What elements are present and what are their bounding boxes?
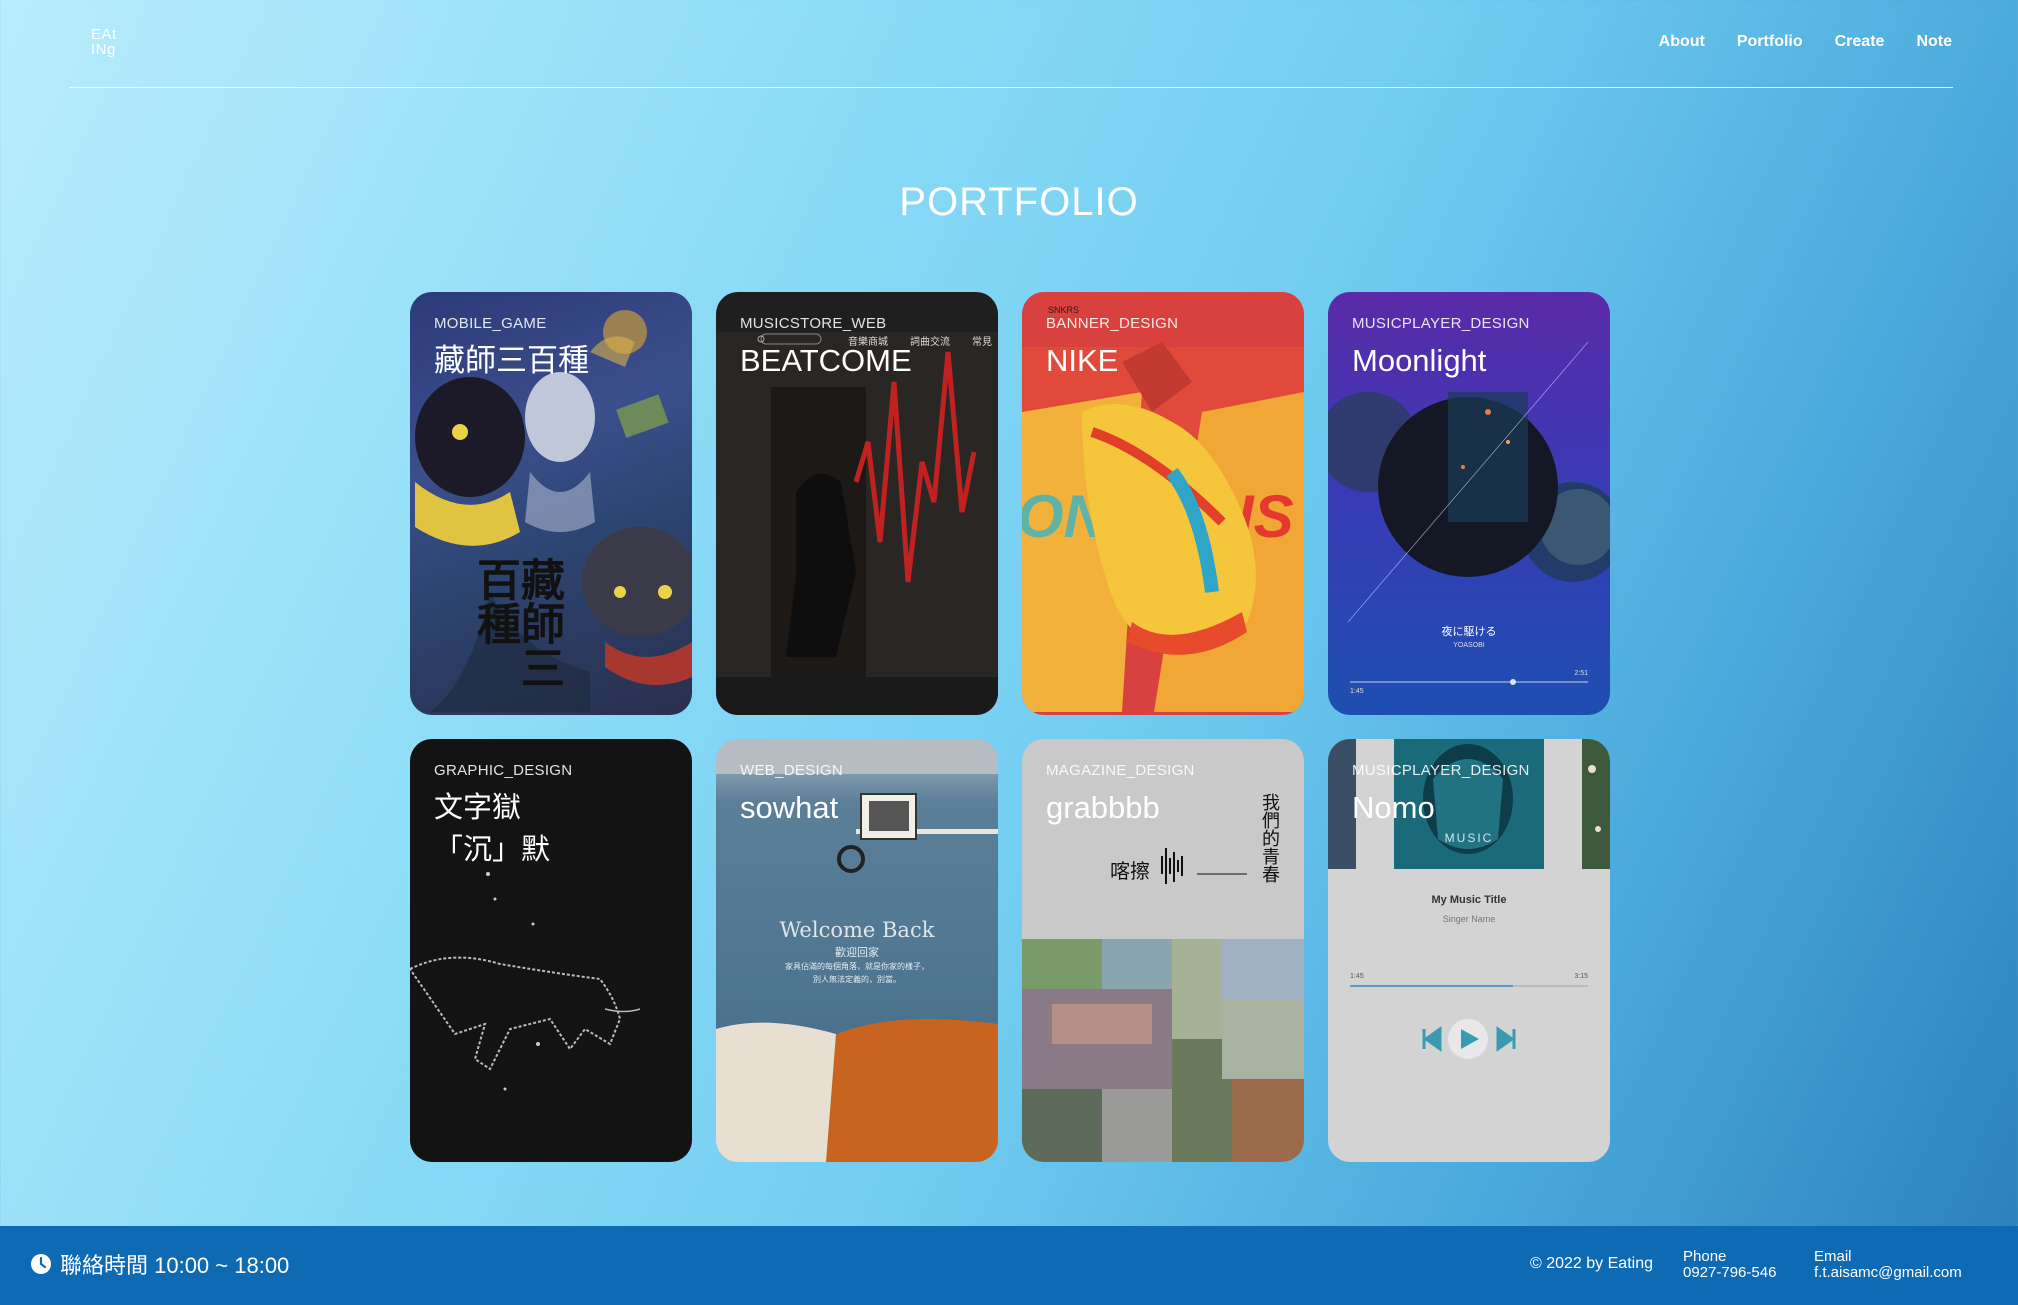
sowhat-line-2: 別人無法定義的，別當。 [813,975,901,984]
email-label: Email [1814,1248,1852,1265]
nav-create[interactable]: Create [1835,33,1885,51]
beatcome-nav-item: 詞曲交流 [910,337,950,348]
card-category: WEB_DESIGN [740,762,844,779]
site-logo[interactable]: EAt INg [91,27,117,57]
header-divider [69,87,1953,88]
phone-contact: Phone 0927-796-546 [1683,1249,1776,1281]
card-category: MAGAZINE_DESIGN [1046,762,1195,779]
sowhat-sub: 歡迎回家 [835,947,879,959]
beatcome-nav-item: 常見 [972,337,992,348]
clock-icon [31,1254,51,1274]
card-category: MUSICSTORE_WEB [740,315,887,332]
game-calligraphy: 藏師三百種 [469,557,564,689]
logo-line-2: INg [91,41,116,58]
moonlight-time-start: 1:45 [1350,688,1364,695]
card-title: grabbbb [1046,790,1160,825]
nike-brand-label: SNKRS [1048,305,1080,315]
card-title: NIKE [1046,343,1119,378]
nomo-singer: Singer Name [1442,914,1496,924]
moonlight-song: 夜に駆ける [1441,626,1497,638]
card-category: GRAPHIC_DESIGN [434,762,573,779]
magazine-vertical-title: 我們的青春 [1259,793,1280,883]
card-title: Moonlight [1352,343,1487,378]
nomo-play-button[interactable] [1448,1019,1488,1059]
card-title: 文字獄 「沉」默 [434,792,551,866]
nomo-time-end: 3:15 [1574,973,1588,980]
portfolio-card-magazine-design[interactable]: 我們的青春 喀擦 MAGAZINE_DESIGN grabbbb [1022,739,1304,1162]
portfolio-card-banner-design[interactable]: ON IS SNKRS BANNER_DESIGN NIKE [1022,292,1304,715]
portfolio-grid: 藏師三百種 MOBILE_GAME 藏師三百種 音樂商城 詞曲交流 常見 MUS… [410,292,1610,1162]
card-title: BEATCOME [740,343,912,378]
business-hours: 聯絡時間 10:00 ~ 18:00 [30,1248,289,1280]
portfolio-card-web-design[interactable]: Welcome Back 歡迎回家 家具佔滿的每個角落，就是你家的樣子， 別人無… [716,739,998,1162]
main-nav: About Portfolio Create Note [1659,33,1952,51]
nav-note[interactable]: Note [1916,33,1952,51]
card-category: BANNER_DESIGN [1046,315,1179,332]
nomo-time-start: 1:45 [1350,973,1364,980]
portfolio-card-graphic-design[interactable]: GRAPHIC_DESIGN 文字獄 「沉」默 [410,739,692,1162]
card-title: 藏師三百種 [434,343,589,378]
page-title: PORTFOLIO [899,180,1139,224]
card-title: Nomo [1352,790,1435,825]
card-title: sowhat [740,790,839,825]
email-contact: Email f.t.aisamc@gmail.com [1814,1249,1962,1281]
phone-number[interactable]: 0927-796-546 [1683,1265,1776,1281]
nav-about[interactable]: About [1659,33,1705,51]
hours-text: 聯絡時間 10:00 ~ 18:00 [60,1253,290,1278]
portfolio-card-musicstore-web[interactable]: 音樂商城 詞曲交流 常見 MUSICSTORE_WEB BEATCOME [716,292,998,715]
card-category: MUSICPLAYER_DESIGN [1352,762,1530,779]
logo-line-1: EAt [91,26,117,43]
card-category: MUSICPLAYER_DESIGN [1352,315,1530,332]
nomo-prev-button[interactable] [1410,1024,1438,1054]
nomo-cover-label: MUSIC [1444,831,1494,845]
phone-label: Phone [1683,1248,1727,1265]
sowhat-line-1: 家具佔滿的每個角落，就是你家的樣子， [785,962,929,971]
nomo-next-button[interactable] [1500,1024,1528,1054]
nomo-song-title: My Music Title [1431,894,1507,906]
moonlight-time-end: 2:51 [1574,670,1588,677]
portfolio-card-musicplayer-nomo[interactable]: MUSIC My Music Title Singer Name 1:45 3:… [1328,739,1610,1162]
portfolio-card-musicplayer-moonlight[interactable]: 夜に駆ける YOASOBI 1:45 2:51 MUSICPLAYER_DESI… [1328,292,1610,715]
nav-portfolio[interactable]: Portfolio [1737,33,1803,51]
portfolio-card-mobile-game[interactable]: 藏師三百種 MOBILE_GAME 藏師三百種 [410,292,692,715]
email-address[interactable]: f.t.aisamc@gmail.com [1814,1265,1962,1281]
card-category: MOBILE_GAME [434,315,547,332]
moonlight-artist: YOASOBI [1453,642,1485,649]
copyright: © 2022 by Eating [1530,1255,1653,1272]
site-footer: 聯絡時間 10:00 ~ 18:00 © 2022 by Eating Phon… [0,1226,2018,1305]
sowhat-welcome: Welcome Back [779,918,935,942]
magazine-sound: 喀擦 [1110,859,1150,883]
